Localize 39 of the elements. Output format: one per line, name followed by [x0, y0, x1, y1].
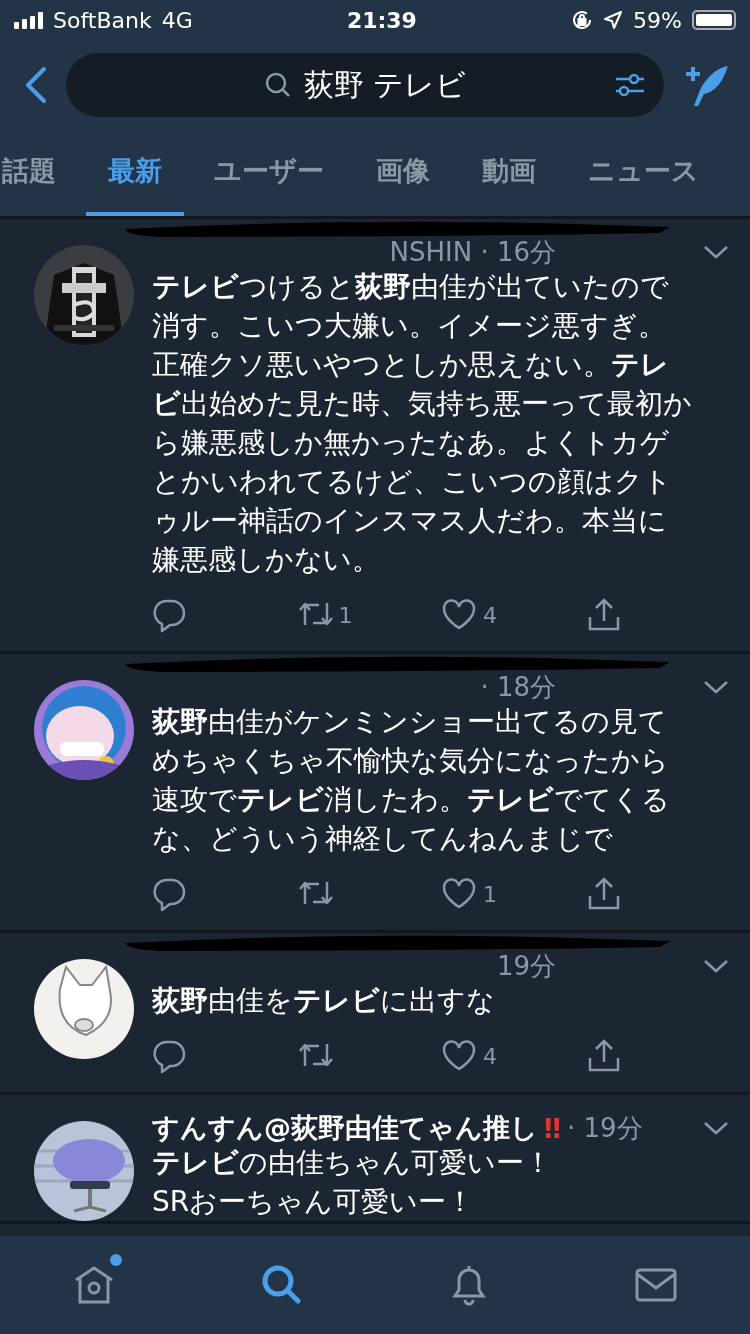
tweet-time: 19分 [495, 949, 557, 983]
like-count: 1 [483, 881, 497, 907]
clock: 21:39 [346, 7, 417, 33]
search-tab[interactable]: 画像 [354, 130, 452, 216]
search-tab[interactable]: 最新 [86, 130, 184, 216]
search-tab[interactable]: ユーザー [192, 130, 346, 216]
search-tab[interactable]: 動画 [460, 130, 558, 216]
location-arrow-icon [603, 10, 624, 30]
user-name: すんすん@荻野由佳てゃん推し [152, 1111, 538, 1145]
reply-icon[interactable] [152, 876, 188, 912]
battery-icon [692, 10, 736, 30]
network-type: 4G [161, 7, 193, 33]
battery-percent: 59% [633, 7, 682, 33]
carrier-name: SoftBank [53, 7, 152, 33]
search-tab[interactable]: 話題 [0, 130, 78, 216]
tweet-time: NSHIN · 16分 [388, 235, 557, 269]
search-field[interactable]: 荻野 テレビ [66, 53, 664, 117]
tweet-time: · 18分 [479, 670, 557, 704]
like-count: 4 [483, 1043, 497, 1069]
retweet-count: 1 [338, 602, 353, 628]
like-count: 4 [483, 602, 497, 628]
tweet-text: 荻野由佳がケンミンショー出てるの見てめちゃくちゃ不愉快な気分になったから速攻でテレビ消したわ。テレビでてくるな、どういう神経してんねんまじで [152, 704, 671, 857]
back-icon[interactable] [24, 65, 48, 105]
rotation-lock-icon [571, 9, 594, 31]
exclamation-mark: ‼ [544, 1112, 561, 1144]
signal-icon [14, 11, 43, 29]
search-tab[interactable]: ニュース [566, 130, 721, 216]
tweet-time: · 19分 [566, 1111, 644, 1145]
chevron-down-icon[interactable] [702, 957, 730, 975]
tweet-text: 荻野由佳をテレビに出すな [152, 983, 496, 1019]
tweet-text: テレビの由佳ちゃん可愛いー！ SRおーちゃん可愛いー！ [152, 1145, 553, 1220]
chevron-down-icon[interactable] [702, 243, 730, 261]
reply-icon[interactable] [152, 1038, 188, 1074]
chevron-down-icon[interactable] [702, 1119, 730, 1137]
reply-icon[interactable] [152, 597, 188, 633]
search-icon [263, 71, 292, 99]
filter-sliders-icon[interactable] [614, 71, 646, 99]
tweet-text: テレビつけると荻野由佳が出ていたので消す。こいつ大嫌い。イメージ悪すぎ。正確クソ悪いやつとしか思えない。テレビ出始めた見た時、気持ち悪ーって最初から嫌悪感しか無かったなあ。よくトカゲとかいわれてるけど、こいつの顔はクトゥルー神話のインスマス人だわ。本当に嫌悪感しかない。 [152, 269, 692, 578]
chevron-down-icon[interactable] [702, 678, 730, 696]
